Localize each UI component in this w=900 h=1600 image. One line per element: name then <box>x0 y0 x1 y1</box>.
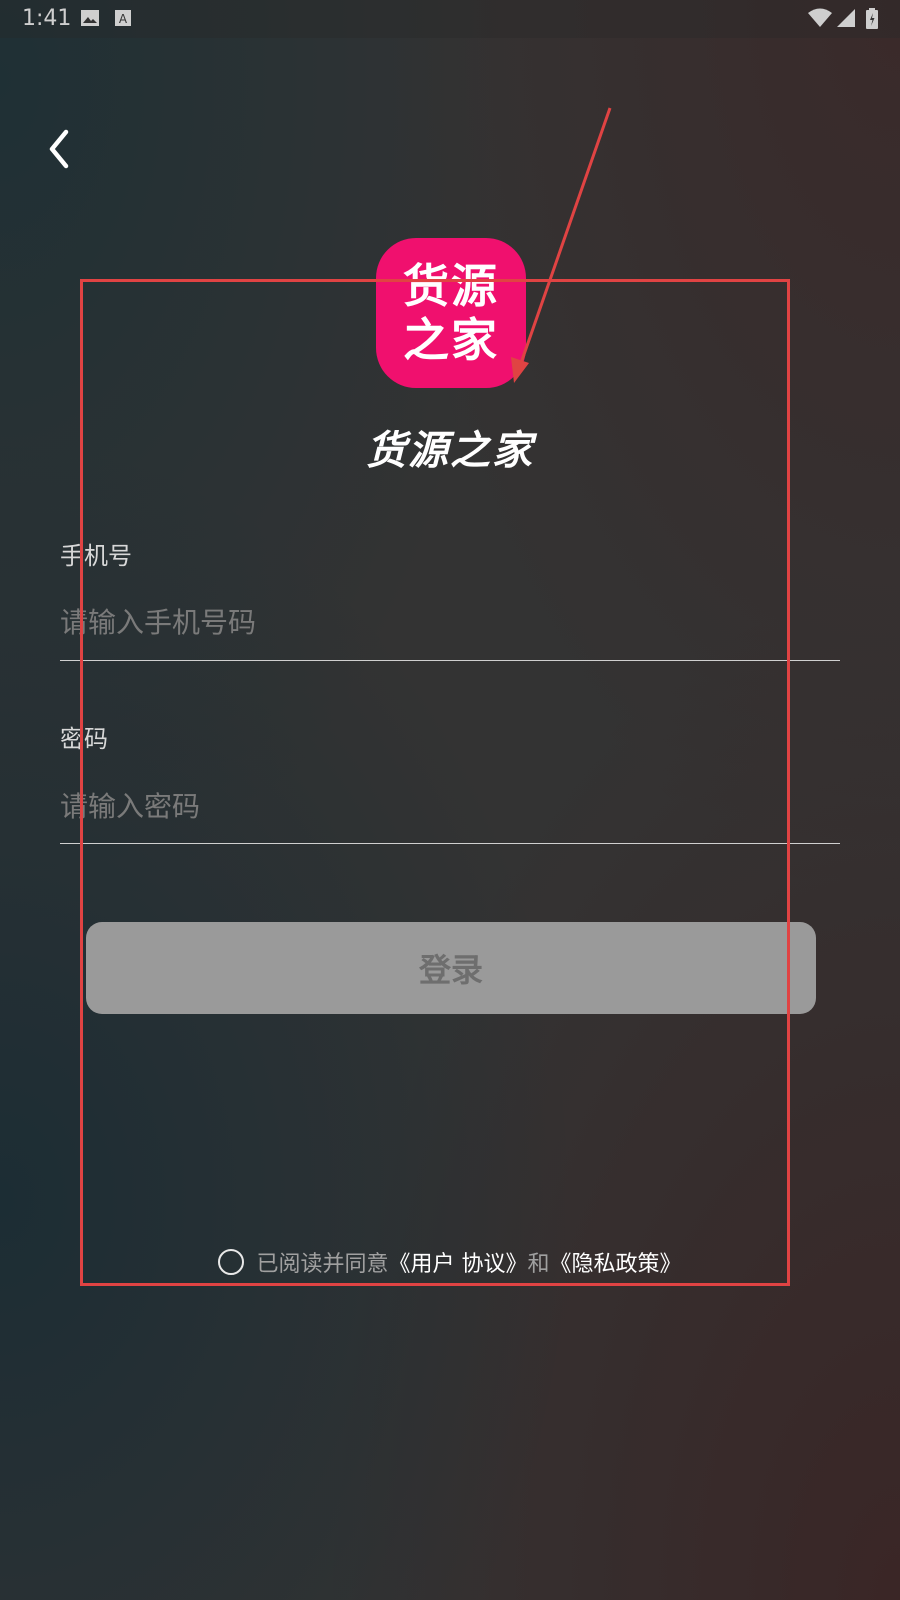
login-button[interactable]: 登录 <box>86 922 816 1014</box>
agreement-prefix: 已阅读并同意 <box>256 1252 389 1277</box>
chevron-left-icon <box>49 129 69 169</box>
signal-icon <box>837 9 855 27</box>
battery-icon <box>866 8 878 29</box>
password-input[interactable] <box>60 776 840 836</box>
agreement-row: 已阅读并同意《用户 协议》和《隐私政策》 <box>0 1246 900 1278</box>
phone-underline <box>60 660 840 661</box>
password-label: 密码 <box>60 725 108 753</box>
agreement-checkbox[interactable] <box>218 1249 245 1275</box>
agreement-conjunction: 和 <box>527 1252 550 1277</box>
user-agreement-link[interactable]: 《用户 协议》 <box>388 1252 527 1277</box>
password-underline <box>60 843 840 844</box>
logo-text-line2: 之家 <box>403 313 499 367</box>
font-icon: A <box>115 10 131 26</box>
status-bar: 1:41 A <box>0 0 900 38</box>
svg-text:A: A <box>119 12 128 26</box>
app-name: 货源之家 <box>366 428 534 474</box>
back-button[interactable] <box>40 124 80 174</box>
image-icon <box>81 10 99 26</box>
privacy-policy-link[interactable]: 《隐私政策》 <box>550 1252 682 1277</box>
status-time: 1:41 <box>22 6 72 31</box>
app-logo: 货源 之家 <box>376 238 526 388</box>
phone-label: 手机号 <box>60 542 132 570</box>
logo-text-line1: 货源 <box>403 259 499 313</box>
wifi-icon <box>808 8 832 27</box>
phone-input[interactable] <box>60 592 840 652</box>
